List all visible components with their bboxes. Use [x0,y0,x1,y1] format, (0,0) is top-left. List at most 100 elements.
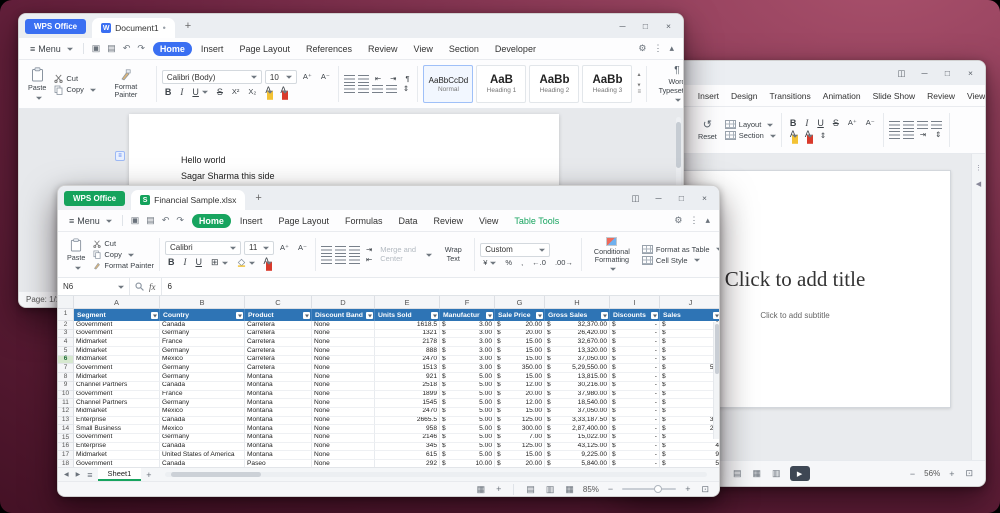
cell-I8[interactable]: $ - [610,373,660,382]
numbering-icon[interactable] [902,131,914,139]
cell-A9[interactable]: Channel Partners [74,381,160,391]
cell-J11[interactable]: $1 [660,399,719,408]
cell-A3[interactable]: Government [74,329,160,339]
row-header-13[interactable]: 13 [58,417,74,426]
number-format-select[interactable]: Custom [480,242,551,257]
collapse-ribbon-icon[interactable]: ▴ [667,43,676,54]
decrease-indent-icon[interactable]: ⇤ [372,75,384,83]
numbering-icon[interactable] [357,75,369,83]
indent-icon[interactable]: ⇥ [917,131,929,139]
sheet-tab-sheet1[interactable]: Sheet1 [97,468,142,481]
paste-button[interactable]: Paste [64,235,88,274]
table-header-discounts[interactable]: Discounts [610,309,660,321]
cell-B8[interactable]: Germany [160,373,245,382]
cell-A4[interactable]: Midmarket [74,338,160,348]
cell-G7[interactable]: $350.00 [495,364,545,374]
cell-A16[interactable]: Enterprise [74,442,160,452]
cell-I12[interactable]: $ - [610,407,660,417]
normal-view-icon[interactable]: ▤ [731,468,744,479]
cell-A12[interactable]: Midmarket [74,407,160,417]
column-header-D[interactable]: D [312,296,375,308]
cell-I17[interactable]: $ - [610,451,660,460]
style-heading-2[interactable]: AaBb Heading 2 [529,65,580,103]
cell-H6[interactable]: $37,050.00 [545,355,610,365]
cell-F15[interactable]: $5.00 [440,433,495,443]
cell-C5[interactable]: Carretera [245,347,312,356]
close-icon[interactable]: × [962,65,979,81]
cell-F2[interactable]: $3.00 [440,321,495,330]
show-marks-icon[interactable]: ¶ [402,75,412,83]
cell-C9[interactable]: Montana [245,381,312,391]
cell-D14[interactable]: None [312,425,375,434]
cell-I7[interactable]: $ - [610,364,660,374]
ribbon-tab-review[interactable]: Review [361,42,405,56]
shrink-font-icon[interactable]: A⁻ [295,244,310,252]
cell-B14[interactable]: Mexico [160,425,245,434]
line-spacing-icon[interactable]: ⇕ [932,131,944,139]
cell-A13[interactable]: Enterprise [74,416,160,426]
character-spacing-icon[interactable]: ⇕ [817,132,829,140]
filter-icon[interactable] [713,311,719,319]
ribbon-tab-review[interactable]: Review [427,214,471,228]
ribbon-tab-view[interactable]: View [962,89,985,103]
cell-J6[interactable]: $3 [660,356,719,365]
font-name-select[interactable]: Calibri (Body) [161,70,262,84]
align-left-icon[interactable] [320,255,332,264]
row-header-1[interactable]: 1 [58,309,74,321]
cell-J2[interactable]: $3 [660,321,719,330]
workbook-tab[interactable]: S Financial Sample.xlsx [131,190,246,210]
font-name-select[interactable]: Calibri [165,240,241,255]
cell-A2[interactable]: Government [74,321,160,330]
cell-A14[interactable]: Small Business [74,425,160,434]
cell-B16[interactable]: Canada [160,442,245,452]
cell-I14[interactable]: $ - [610,425,660,434]
font-size-select[interactable]: 10 [264,70,297,84]
cell-F7[interactable]: $3.00 [440,364,495,374]
cell-D4[interactable]: None [312,338,375,348]
cell-D13[interactable]: None [312,416,375,426]
cell-J15[interactable]: $1 [660,434,719,443]
strikethrough-icon[interactable]: S [214,87,226,97]
formula-input[interactable]: 6 [160,278,720,295]
minimize-icon[interactable]: ─ [916,65,933,81]
cell-C6[interactable]: Carretera [245,355,312,365]
cell-A18[interactable]: Government [74,460,160,467]
cell-B4[interactable]: France [160,338,245,348]
vertical-scrollbar[interactable] [713,322,719,439]
scrollbar-thumb[interactable] [714,324,719,374]
cell-J18[interactable]: $5 [660,460,719,467]
cell-E18[interactable]: 292 [375,460,440,467]
ribbon-tab-view[interactable]: View [407,42,440,56]
cell-F3[interactable]: $3.00 [440,329,495,339]
zoom-in-icon[interactable]: + [947,469,956,479]
cell-J10[interactable]: $3 [660,391,719,400]
save-icon[interactable]: ▣ [90,43,103,54]
close-icon[interactable]: × [696,190,713,206]
zoom-slider-knob[interactable] [653,485,662,493]
align-bottom-icon[interactable] [348,245,360,254]
filter-icon[interactable] [431,311,438,319]
increase-indent-icon[interactable]: ⇥ [387,75,399,83]
cell-C8[interactable]: Montana [245,373,312,382]
cell-J9[interactable]: $3 [660,382,719,391]
cell-G10[interactable]: $20.00 [495,390,545,400]
currency-format-icon[interactable]: ¥ [480,259,499,267]
ribbon-tab-insert[interactable]: Insert [693,89,724,103]
cell-F14[interactable]: $5.00 [440,425,495,434]
cell-A10[interactable]: Government [74,390,160,400]
font-size-select[interactable]: 11 [244,240,274,255]
gear-icon[interactable]: ⚙ [672,215,684,226]
shrink-font-icon[interactable]: A⁻ [863,119,878,127]
style-heading-1[interactable]: AaB Heading 1 [476,65,527,103]
undo-icon[interactable]: ↶ [121,43,133,54]
cell-G18[interactable]: $20.00 [495,460,545,467]
cell-G13[interactable]: $125.00 [495,416,545,426]
ribbon-tab-developer[interactable]: Developer [488,42,543,56]
strikethrough-icon[interactable]: S [830,118,842,128]
fill-color-icon[interactable] [234,258,258,267]
align-right-icon[interactable] [371,85,383,93]
reset-button[interactable]: ↺ Reset [695,110,720,150]
cut-button[interactable]: Cut [54,74,96,83]
font-color-icon[interactable]: A [261,256,273,269]
cell-I16[interactable]: $ - [610,442,660,452]
